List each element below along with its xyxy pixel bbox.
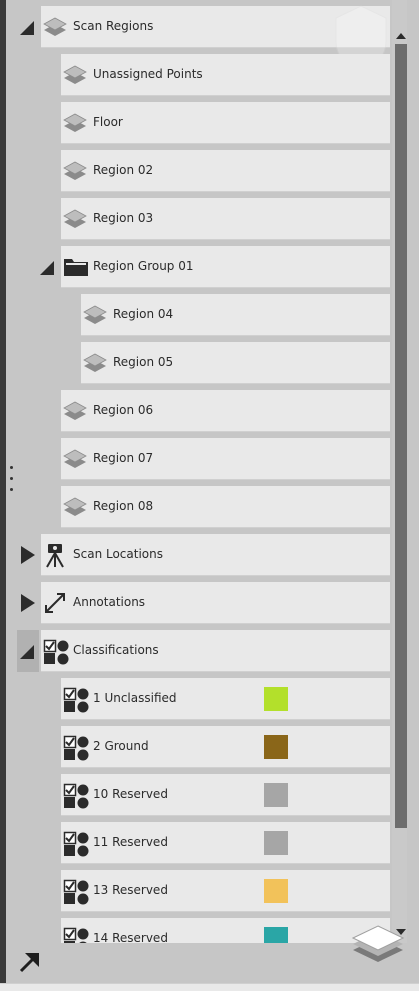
classification-icon: [63, 927, 89, 943]
tree-row-region-06[interactable]: Region 06: [61, 390, 390, 432]
tree-row-region-08[interactable]: Region 08: [61, 486, 390, 528]
tree-label: Region 02: [93, 163, 154, 177]
disclosure-triangle-icon[interactable]: [17, 534, 39, 576]
tree-label: Scan Locations: [73, 547, 163, 561]
tree-label: 2 Ground: [93, 739, 149, 753]
tree-label: Classifications: [73, 643, 159, 657]
tree-label: 10 Reserved: [93, 787, 168, 801]
tree-label: 13 Reserved: [93, 883, 168, 897]
tree-label: Unassigned Points: [93, 67, 203, 81]
tree-label: Region 04: [113, 307, 174, 321]
tree-row-floor[interactable]: Floor: [61, 102, 390, 144]
tree-row-classifications[interactable]: Classifications: [41, 630, 390, 672]
tree-label: Annotations: [73, 595, 146, 609]
layers-icon: [63, 447, 87, 471]
layers-icon: [63, 399, 87, 423]
layers-icon: [63, 111, 87, 135]
classification-icon: [63, 687, 89, 713]
tree-label: Scan Regions: [73, 19, 154, 33]
classification-icon: [63, 831, 89, 857]
classification-icon: [63, 879, 89, 905]
measure-line-icon: [43, 591, 67, 615]
color-swatch[interactable]: [264, 687, 288, 711]
regions-panel: Scan Regions Unassigned Points Floor Reg…: [0, 0, 419, 991]
scan-tree: Scan Regions Unassigned Points Floor Reg…: [0, 0, 392, 943]
tree-row-class-2-ground[interactable]: 2 Ground: [61, 726, 390, 768]
classification-icon: [63, 783, 89, 809]
tree-label: 14 Reserved: [93, 931, 168, 943]
expand-arrow-icon[interactable]: [18, 950, 42, 974]
tree-row-class-10-reserved[interactable]: 10 Reserved: [61, 774, 390, 816]
tree-row-region-07[interactable]: Region 07: [61, 438, 390, 480]
layers-icon: [63, 159, 87, 183]
classification-icon: [63, 735, 89, 761]
tree-row-region-05[interactable]: Region 05: [81, 342, 390, 384]
tree-label: Region 07: [93, 451, 154, 465]
color-swatch[interactable]: [264, 783, 288, 807]
layers-icon: [63, 495, 87, 519]
layers-icon: [63, 207, 87, 231]
color-swatch[interactable]: [264, 735, 288, 759]
layers-icon: [63, 63, 87, 87]
layers-icon: [83, 303, 107, 327]
collapse-triangle-icon[interactable]: [37, 246, 59, 288]
tree-row-region-group-01[interactable]: Region Group 01: [61, 246, 390, 288]
disclosure-triangle-icon[interactable]: [17, 582, 39, 624]
tree-row-class-13-reserved[interactable]: 13 Reserved: [61, 870, 390, 912]
tree-row-region-03[interactable]: Region 03: [61, 198, 390, 240]
tree-label: Region 05: [113, 355, 174, 369]
layers-icon: [43, 15, 67, 39]
scrollbar-thumb[interactable]: [395, 44, 407, 828]
tree-label: Region 03: [93, 211, 154, 225]
tree-row-region-02[interactable]: Region 02: [61, 150, 390, 192]
tree-label: Region Group 01: [93, 259, 194, 273]
tree-row-class-11-reserved[interactable]: 11 Reserved: [61, 822, 390, 864]
color-swatch[interactable]: [264, 879, 288, 903]
color-swatch[interactable]: [264, 831, 288, 855]
collapse-triangle-icon[interactable]: [17, 630, 39, 672]
layers-icon: [83, 351, 107, 375]
scanner-tripod-icon: [43, 543, 67, 568]
folder-icon: [63, 255, 88, 279]
layers-panel-icon[interactable]: [352, 924, 404, 964]
tree-label: Floor: [93, 115, 123, 129]
scroll-up-arrow-icon[interactable]: [395, 32, 407, 40]
tree-row-class-1-unclassified[interactable]: 1 Unclassified: [61, 678, 390, 720]
tree-row-region-04[interactable]: Region 04: [81, 294, 390, 336]
tree-row-class-14-reserved[interactable]: 14 Reserved: [61, 918, 390, 943]
tree-label: 1 Unclassified: [93, 691, 177, 705]
collapse-triangle-icon[interactable]: [17, 6, 39, 48]
tree-row-unassigned-points[interactable]: Unassigned Points: [61, 54, 390, 96]
tree-row-scan-locations[interactable]: Scan Locations: [41, 534, 390, 576]
tree-label: Region 06: [93, 403, 154, 417]
tree-row-annotations[interactable]: Annotations: [41, 582, 390, 624]
classification-icon: [43, 639, 69, 665]
tree-label: 11 Reserved: [93, 835, 168, 849]
tree-label: Region 08: [93, 499, 154, 513]
color-swatch[interactable]: [264, 927, 288, 943]
